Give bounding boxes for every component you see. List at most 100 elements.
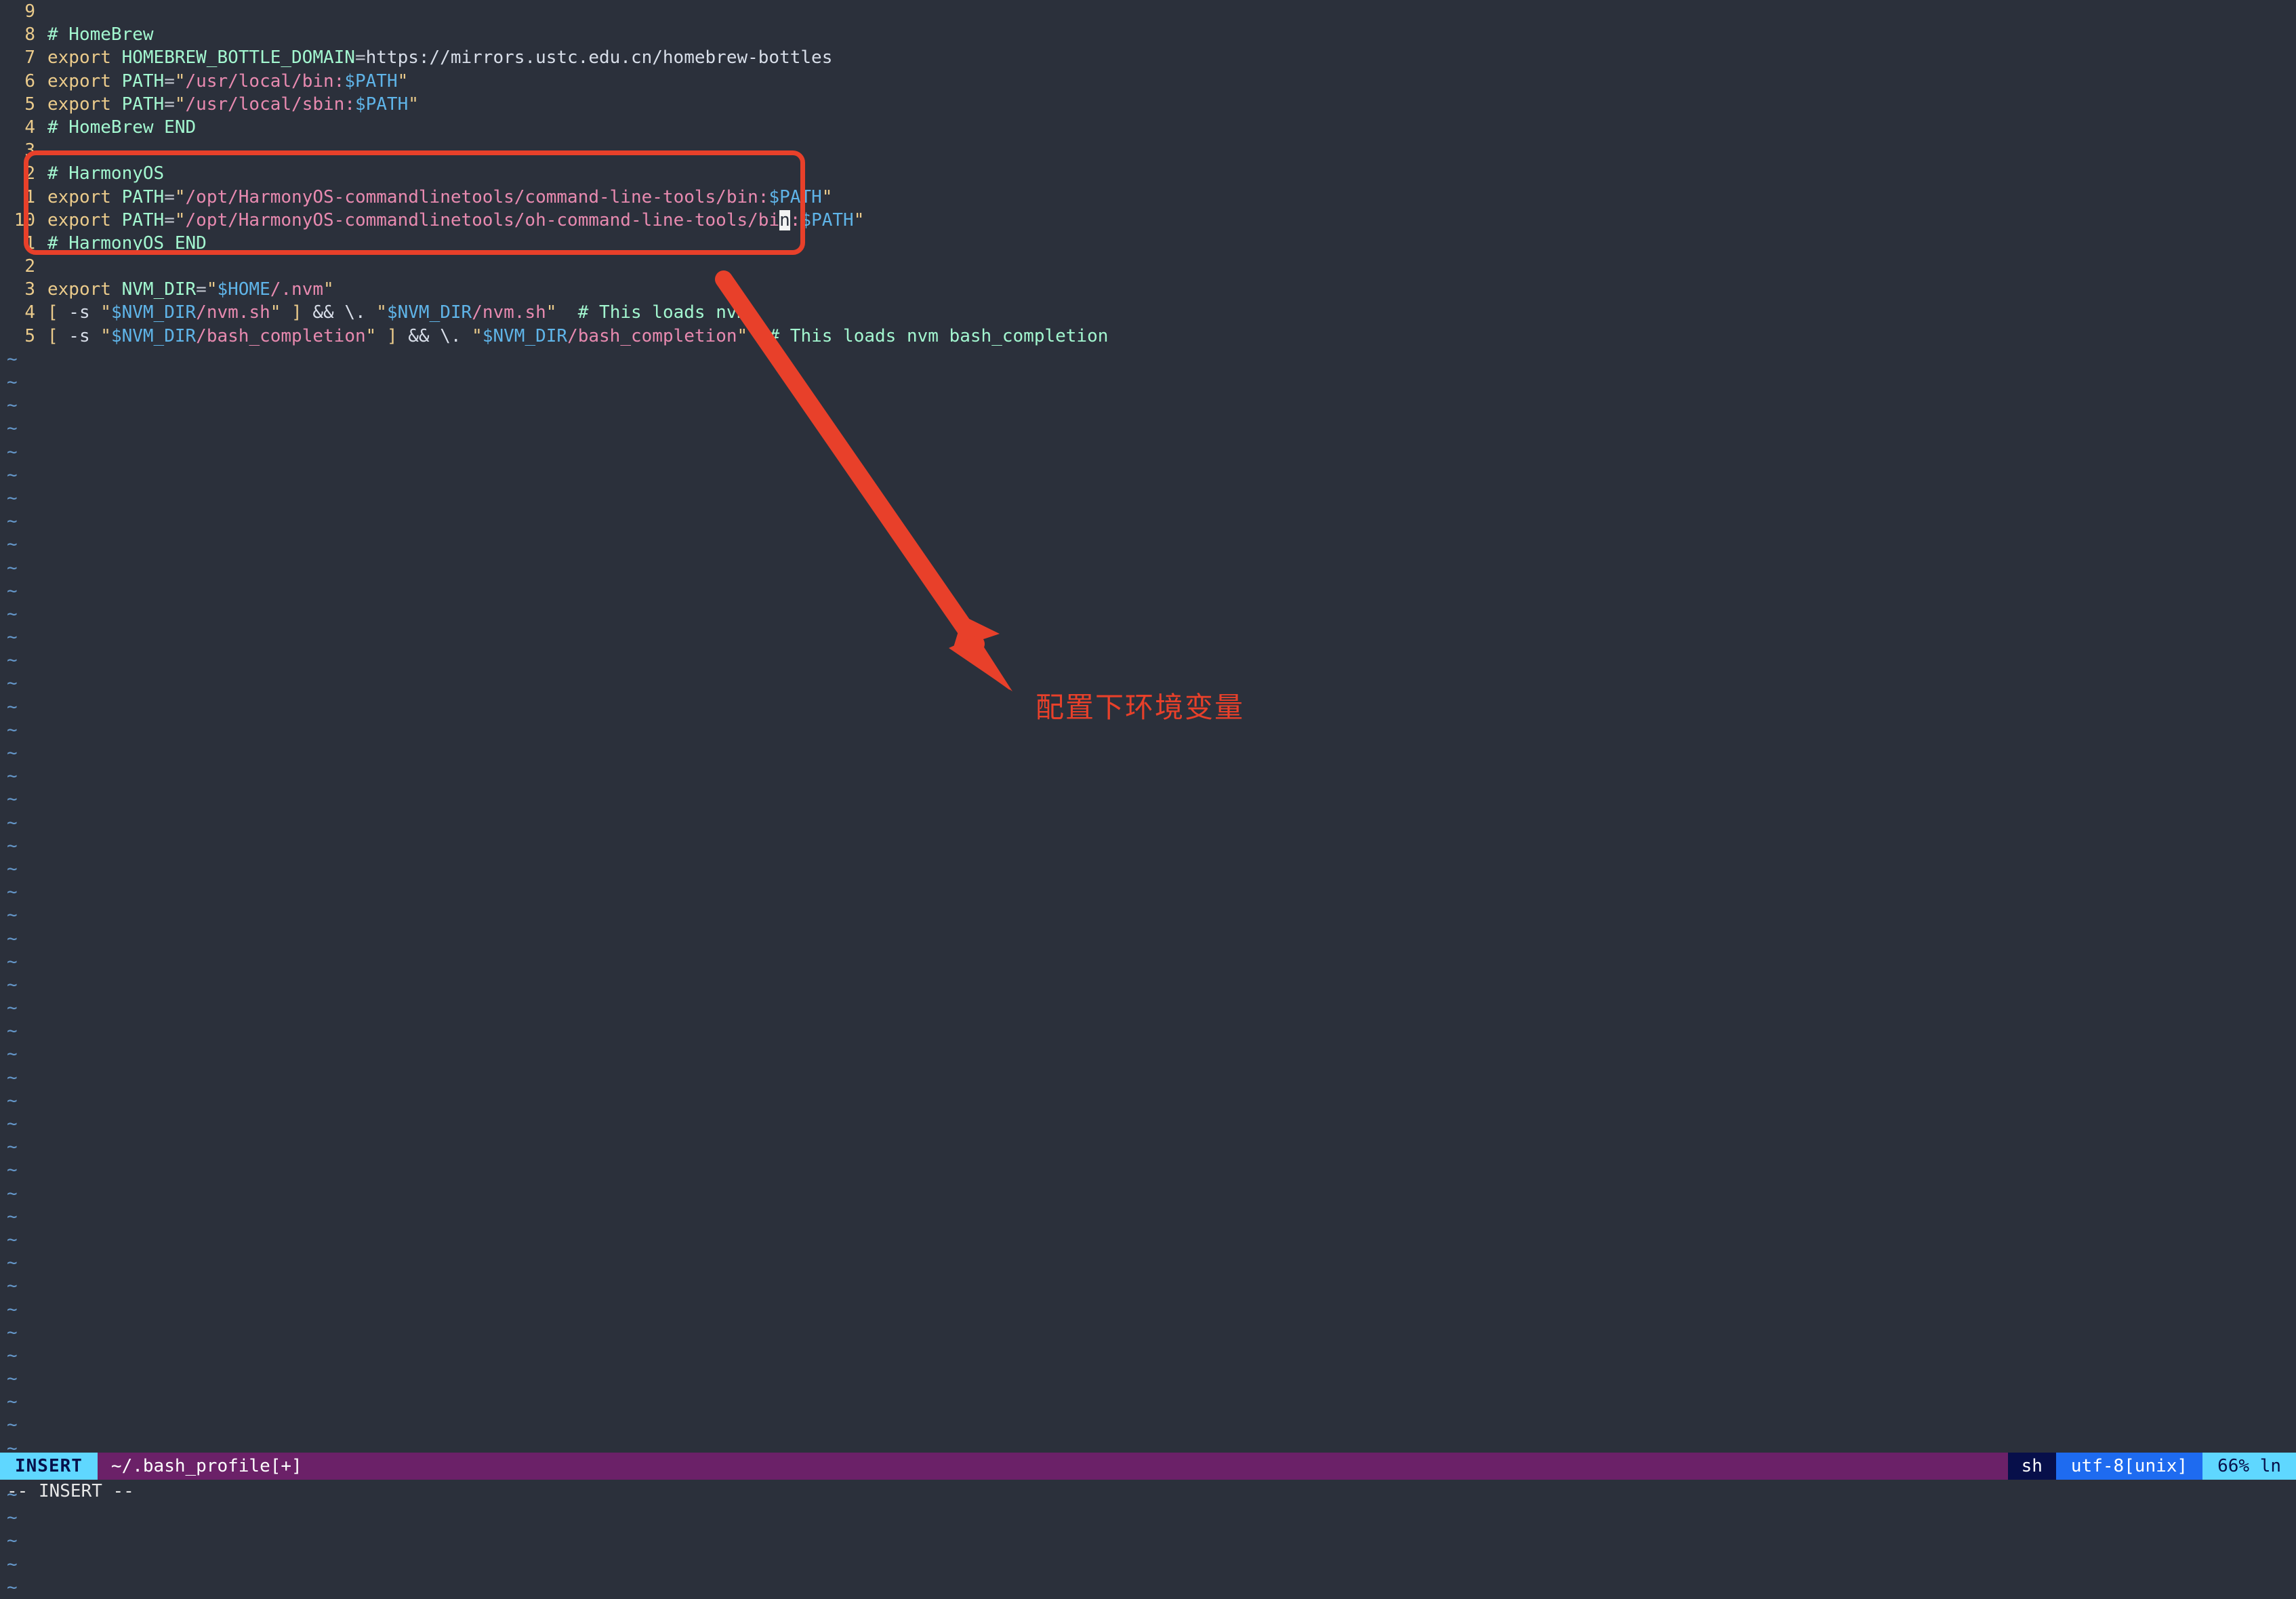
line-content: export PATH="/usr/local/sbin:$PATH" [35,93,419,116]
empty-buffer-line: ~ [0,927,2296,950]
command-line-message: -- INSERT -- [7,1481,134,1501]
line-number: 4 [24,302,35,323]
line-number: 3 [24,140,35,161]
code-token: " [546,302,557,323]
empty-buffer-line: ~ [0,904,2296,927]
editor-line[interactable]: 2 [0,255,2296,278]
tilde-icon: ~ [7,1021,18,1042]
empty-buffer-line: ~ [0,742,2296,765]
editor-line[interactable]: 3 [0,139,2296,162]
editor-line[interactable]: 7 export HOMEBREW_BOTTLE_DOMAIN=https://m… [0,46,2296,69]
tilde-icon: ~ [7,1392,18,1413]
empty-buffer-line: ~ [0,765,2296,788]
tilde-icon: ~ [7,534,18,555]
code-token: [ [47,325,58,346]
tilde-icon: ~ [7,719,18,740]
code-token: -s [58,302,101,323]
tilde-icon: ~ [7,951,18,972]
line-number: 7 [24,47,35,68]
empty-buffer-line: ~ [0,1066,2296,1089]
code-token: /usr/local/bin: [185,70,345,92]
code-token: $NVM_DIR [110,302,197,323]
tilde-icon: ~ [7,928,18,949]
code-token: /bash_completion [567,325,737,346]
code-token: $NVM_DIR [482,325,568,346]
line-number: 6 [24,70,35,92]
line-content: [ -s "$NVM_DIR/nvm.sh" ] && \. "$NVM_DIR… [35,301,747,324]
code-token: -s [58,325,101,346]
empty-buffer-line: ~ [0,1135,2296,1158]
line-content: export NVM_DIR="$HOME/.nvm" [35,278,334,301]
empty-buffer-line: ~ [0,464,2296,487]
line-number: 2 [24,256,35,277]
line-content: # HomeBrew END [35,116,196,139]
tilde-icon: ~ [7,858,18,879]
editor-line[interactable]: 2 # HarmonyOS [0,162,2296,185]
statusline-filetype: sh [2007,1453,2056,1480]
empty-buffer-line: ~ [0,1043,2296,1066]
editor-line[interactable]: 4 # HomeBrew END [0,116,2296,139]
editor-line[interactable]: 9 [0,0,2296,23]
code-token: https://mirrors.ustc.edu.cn/homebrew-bot… [365,47,833,68]
editor-line[interactable]: 5[ -s "$NVM_DIR/bash_completion" ] && \.… [0,325,2296,348]
code-token: export [47,47,111,68]
code-token: " [323,279,334,300]
code-token: PATH [121,186,165,207]
code-token: NVM_DIR [121,279,197,300]
code-token: = [196,279,207,300]
empty-buffer-line: ~ [0,1506,2296,1529]
code-token: # HomeBrew END [47,117,197,138]
tilde-icon: ~ [7,1299,18,1320]
editor-line[interactable]: 10 export PATH="/opt/HarmonyOS-commandlin… [0,209,2296,232]
code-token: $NVM_DIR [110,325,197,346]
empty-buffer-line: ~ [0,394,2296,417]
annotation-text: 配置下环境变量 [1036,691,1245,724]
code-token: # HarmonyOS END [47,232,207,254]
empty-buffer-line: ~ [0,1251,2296,1274]
tilde-icon: ~ [7,812,18,833]
editor-line[interactable]: 3 export NVM_DIR="$HOME/.nvm" [0,278,2296,301]
tilde-icon: ~ [7,441,18,462]
code-token: " [737,325,748,346]
empty-buffer-line: ~ [0,1344,2296,1367]
empty-buffer-line: ~ [0,788,2296,811]
tilde-icon: ~ [7,998,18,1019]
empty-buffer-line: ~ [0,1274,2296,1297]
statusline-position: 66% ln [2202,1453,2296,1480]
tilde-icon: ~ [7,650,18,671]
line-number: 10 [14,209,35,230]
editor-line[interactable]: 1 export PATH="/opt/HarmonyOS-commandline… [0,186,2296,209]
editor-line[interactable]: 8 # HomeBrew [0,23,2296,46]
code-token: && \. [302,302,377,323]
code-token: = [164,94,175,115]
editor-line[interactable]: 6 export PATH="/usr/local/bin:$PATH" [0,70,2296,93]
empty-buffer-line: ~ [0,1298,2296,1321]
editor-line[interactable]: 1 # HarmonyOS END [0,232,2296,255]
editor-line[interactable]: 5 export PATH="/usr/local/sbin:$PATH" [0,93,2296,116]
code-token: = [354,47,366,68]
tilde-icon: ~ [7,372,18,392]
code-token: PATH [121,209,165,230]
line-content: export PATH="/opt/HarmonyOS-commandlinet… [35,186,832,209]
code-token: " [397,70,409,92]
code-token: PATH [121,70,165,92]
line-number: 5 [24,94,35,115]
code-token: = [164,186,175,207]
empty-buffer-line: ~ [0,441,2296,464]
tilde-icon: ~ [7,1114,18,1134]
tilde-icon: ~ [7,673,18,694]
editor-line[interactable]: 4[ -s "$NVM_DIR/nvm.sh" ] && \. "$NVM_DI… [0,301,2296,324]
empty-buffer-line: ~ [0,1228,2296,1251]
line-number: 1 [24,232,35,254]
tilde-icon: ~ [7,1160,18,1181]
empty-buffer-line: ~ [0,487,2296,510]
empty-buffer-line: ~ [0,1390,2296,1413]
tilde-icon: ~ [7,1090,18,1111]
code-token: /opt/HarmonyOS-commandlinetools/oh-comma… [185,209,780,230]
vim-window: 9 8 # HomeBrew 7 export HOMEBREW_BOTTLE_DOMA… [0,0,2296,1598]
empty-buffer-line: ~ [0,834,2296,857]
